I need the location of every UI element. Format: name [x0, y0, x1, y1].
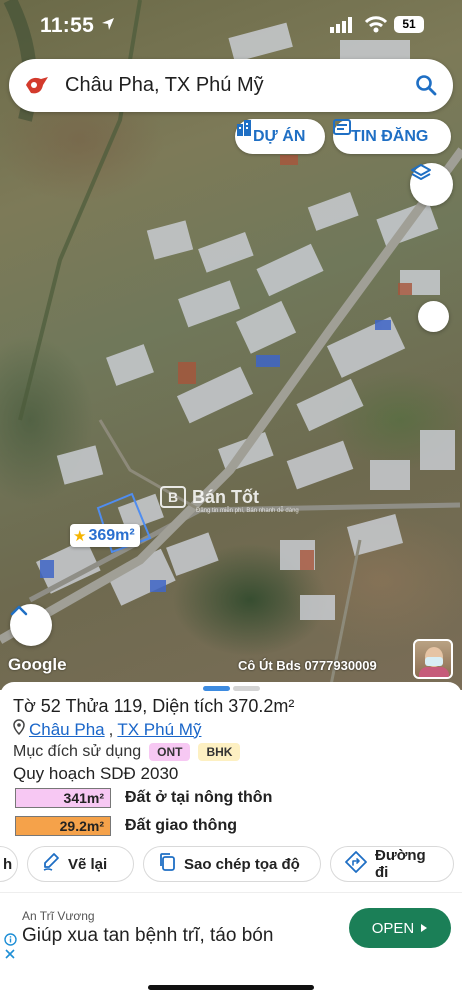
purpose-label: Mục đích sử dụng [13, 743, 142, 760]
watermark-text: Bán Tốt [192, 486, 259, 507]
parcel-info-panel: Tờ 52 Thửa 119, Diện tích 370.2m² Châu P… [0, 682, 462, 892]
directions-button[interactable]: Đường đi [330, 846, 454, 882]
watermark-logo-icon: B [160, 486, 186, 508]
status-bar: 11:55 51 [0, 0, 462, 52]
watermark-subtitle: Đăng tin miễn phí, Bán nhanh dễ dàng [196, 508, 299, 514]
action-bar: h Vẽ lại Sao chép tọa độ Đường đi [0, 846, 462, 886]
partial-label: h [3, 855, 13, 873]
copy-coordinates-label: Sao chép tọa độ [184, 855, 300, 873]
directions-label: Đường đi [375, 847, 426, 881]
copy-icon [158, 852, 176, 876]
pen-icon [42, 852, 60, 876]
share-button-partial[interactable]: h [0, 846, 18, 882]
du-an-label: DỰ ÁN [253, 127, 306, 145]
purpose-tag-ont: ONT [149, 743, 191, 761]
tin-dang-button[interactable]: TIN ĐĂNG [333, 119, 451, 154]
land-use-purpose: Mục đích sử dụng ONT BHK [13, 743, 241, 761]
satellite-map[interactable]: 11:55 51 Châu Pha, TX Phú Mỹ DỰ ÁN TIN Đ… [0, 0, 462, 690]
agent-avatar[interactable] [413, 639, 453, 679]
page-indicator [233, 686, 260, 691]
parcel-location: Châu Pha , TX Phú Mỹ [13, 719, 201, 740]
ad-close-icon[interactable] [4, 947, 16, 965]
home-indicator[interactable] [148, 985, 314, 990]
ad-banner[interactable]: An Trĩ Vương Giúp xua tan bệnh trĩ, táo … [0, 892, 462, 962]
redraw-button[interactable]: Vẽ lại [27, 846, 134, 882]
zone-area-swatch: 341m² [15, 788, 111, 808]
zone-row: 341m² Đất ở tại nông thôn [15, 788, 272, 808]
parcel-area-value: 369m² [88, 526, 135, 544]
location-pin-icon [13, 719, 25, 740]
ad-advertiser: An Trĩ Vương [22, 909, 95, 923]
page-indicator-active [203, 686, 230, 691]
avatar-body [419, 667, 449, 677]
tin-dang-label: TIN ĐĂNG [351, 127, 429, 145]
parcel-area-label[interactable]: ★ 369m² [70, 524, 140, 547]
du-an-button[interactable]: DỰ ÁN [235, 119, 325, 154]
search-bar[interactable]: Châu Pha, TX Phú Mỹ [9, 59, 453, 112]
location-separator: , [108, 719, 114, 739]
app-logo-icon [23, 73, 51, 98]
commune-link[interactable]: Châu Pha [29, 720, 105, 740]
ad-headline[interactable]: Giúp xua tan bệnh trĩ, táo bón [22, 925, 273, 947]
google-logo: Google [8, 655, 67, 674]
status-time: 11:55 [40, 14, 95, 37]
zone-row: 29.2m² Đất giao thông [15, 816, 237, 836]
star-icon: ★ [73, 527, 87, 545]
directions-icon [345, 851, 367, 877]
parcel-title: Tờ 52 Thửa 119, Diện tích 370.2m² [13, 696, 295, 716]
locate-button[interactable] [418, 301, 449, 332]
copy-coordinates-button[interactable]: Sao chép tọa độ [143, 846, 321, 882]
expand-up-button[interactable] [10, 604, 52, 646]
zone-label: Đất giao thông [125, 817, 237, 834]
zone-area-swatch: 29.2m² [15, 816, 111, 836]
battery-indicator: 51 [394, 16, 424, 33]
panel-drag-handle[interactable] [203, 686, 260, 691]
avatar-mask [425, 657, 443, 666]
town-link[interactable]: TX Phú Mỹ [117, 720, 201, 740]
watermark: B Bán Tốt [160, 486, 259, 508]
search-query[interactable]: Châu Pha, TX Phú Mỹ [65, 74, 264, 97]
zone-label: Đất ở tại nông thôn [125, 789, 273, 806]
land-plan-title: Quy hoạch SDĐ 2030 [13, 764, 179, 783]
ad-open-label: OPEN [371, 919, 415, 937]
ad-open-button[interactable]: OPEN [349, 908, 451, 948]
layers-button[interactable] [410, 163, 453, 206]
purpose-tag-bhk: BHK [198, 743, 241, 761]
play-arrow-icon [420, 920, 428, 937]
redraw-label: Vẽ lại [68, 855, 108, 873]
agent-name: Cô Út Bds 0777930009 [238, 658, 377, 673]
